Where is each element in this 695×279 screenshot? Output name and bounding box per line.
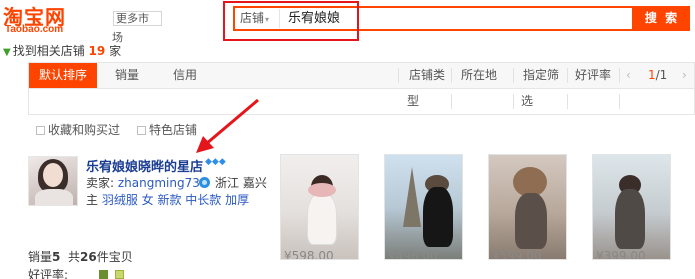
filter-shop-type[interactable]: 店铺类	[405, 63, 449, 88]
pager-current: 1	[648, 68, 656, 82]
filter-check-featured[interactable]: 特色店铺	[137, 121, 197, 138]
product-price: ¥598.00	[284, 249, 334, 260]
sort-bar: 默认排序 销量 信用 店铺类 所在地 指定筛 好评率 ‹ 1/1 ›	[28, 62, 695, 89]
result-count-number: 19	[88, 44, 106, 58]
search-button[interactable]: 搜 索	[634, 6, 690, 31]
filter-shop-type-wrap: 型	[407, 94, 420, 108]
filter-specified-wrap: 选	[521, 94, 534, 108]
result-count-suffix: 家	[109, 44, 122, 58]
items-suffix: 件宝贝	[96, 250, 133, 264]
seller-line: 卖家: zhangming733	[86, 174, 208, 191]
location-pin-icon: ▼	[3, 47, 11, 58]
product-thumbnail[interactable]: ¥598.00	[280, 154, 359, 260]
taobao-logo-sub[interactable]: Taobao.com	[5, 24, 63, 35]
prev-page-icon[interactable]: ‹	[626, 63, 631, 88]
filter-specified[interactable]: 指定筛	[519, 63, 563, 88]
product-price: ¥399.00	[596, 249, 646, 260]
product-price: ¥498.00	[388, 249, 438, 260]
product-price: ¥599.00	[492, 249, 542, 260]
sales-count: 5	[52, 250, 61, 264]
tab-sales[interactable]: 销量	[99, 63, 155, 88]
filter-location[interactable]: 所在地	[457, 63, 501, 88]
sales-prefix: 销量	[28, 250, 53, 264]
main-business-keywords[interactable]: 羽绒服 女 新款 中长款 加厚	[102, 193, 249, 207]
filter-check-featured-label: 特色店铺	[149, 123, 198, 137]
pager: 1/1	[648, 63, 667, 88]
product-thumbnail[interactable]: ¥599.00	[488, 154, 567, 260]
checkbox[interactable]	[36, 126, 45, 135]
wangwang-chat-icon[interactable]	[199, 177, 210, 188]
items-prefix: 共	[68, 250, 81, 264]
shop-avatar[interactable]	[28, 156, 78, 206]
pager-total: /1	[655, 68, 668, 82]
main-business-prefix: 主	[86, 193, 99, 207]
result-count-prefix: 找到相关店铺	[12, 44, 85, 58]
filter-check-favorites[interactable]: 收藏和购买过	[36, 121, 120, 138]
shop-rating-label: 好评率:	[28, 268, 69, 279]
diamond-rank-icon: ◆◆◆	[205, 157, 226, 167]
checkbox[interactable]	[137, 126, 146, 135]
main-business: 主 羽绒服 女 新款 中长款 加厚	[86, 191, 249, 208]
rating-bar-icon	[99, 270, 108, 279]
next-page-icon[interactable]: ›	[682, 63, 687, 88]
tab-credit[interactable]: 信用	[157, 63, 213, 88]
tab-default-sort[interactable]: 默认排序	[29, 63, 97, 88]
product-thumbnail[interactable]: ¥399.00	[592, 154, 671, 260]
more-markets-dropdown[interactable]: 更多市	[113, 11, 162, 26]
shop-name-link[interactable]: 乐宥娘娘晓晔的星店	[86, 156, 203, 175]
result-count: ▼ 找到相关店铺 19 家	[3, 42, 121, 59]
seller-prefix: 卖家:	[86, 176, 118, 190]
annotation-highlight-box	[223, 1, 359, 41]
filter-rating[interactable]: 好评率	[571, 63, 615, 88]
rating-bar-icon	[115, 270, 124, 279]
shop-location: 浙江 嘉兴	[215, 176, 267, 190]
seller-name-link[interactable]: zhangming733	[118, 176, 208, 190]
shop-sales: 销量5 共26件宝贝	[28, 248, 133, 265]
items-count: 26	[80, 250, 97, 264]
sort-bar-row2: 型 选	[28, 89, 695, 115]
filter-check-favorites-label: 收藏和购买过	[48, 123, 121, 137]
product-thumbnail[interactable]: ¥498.00	[384, 154, 463, 260]
